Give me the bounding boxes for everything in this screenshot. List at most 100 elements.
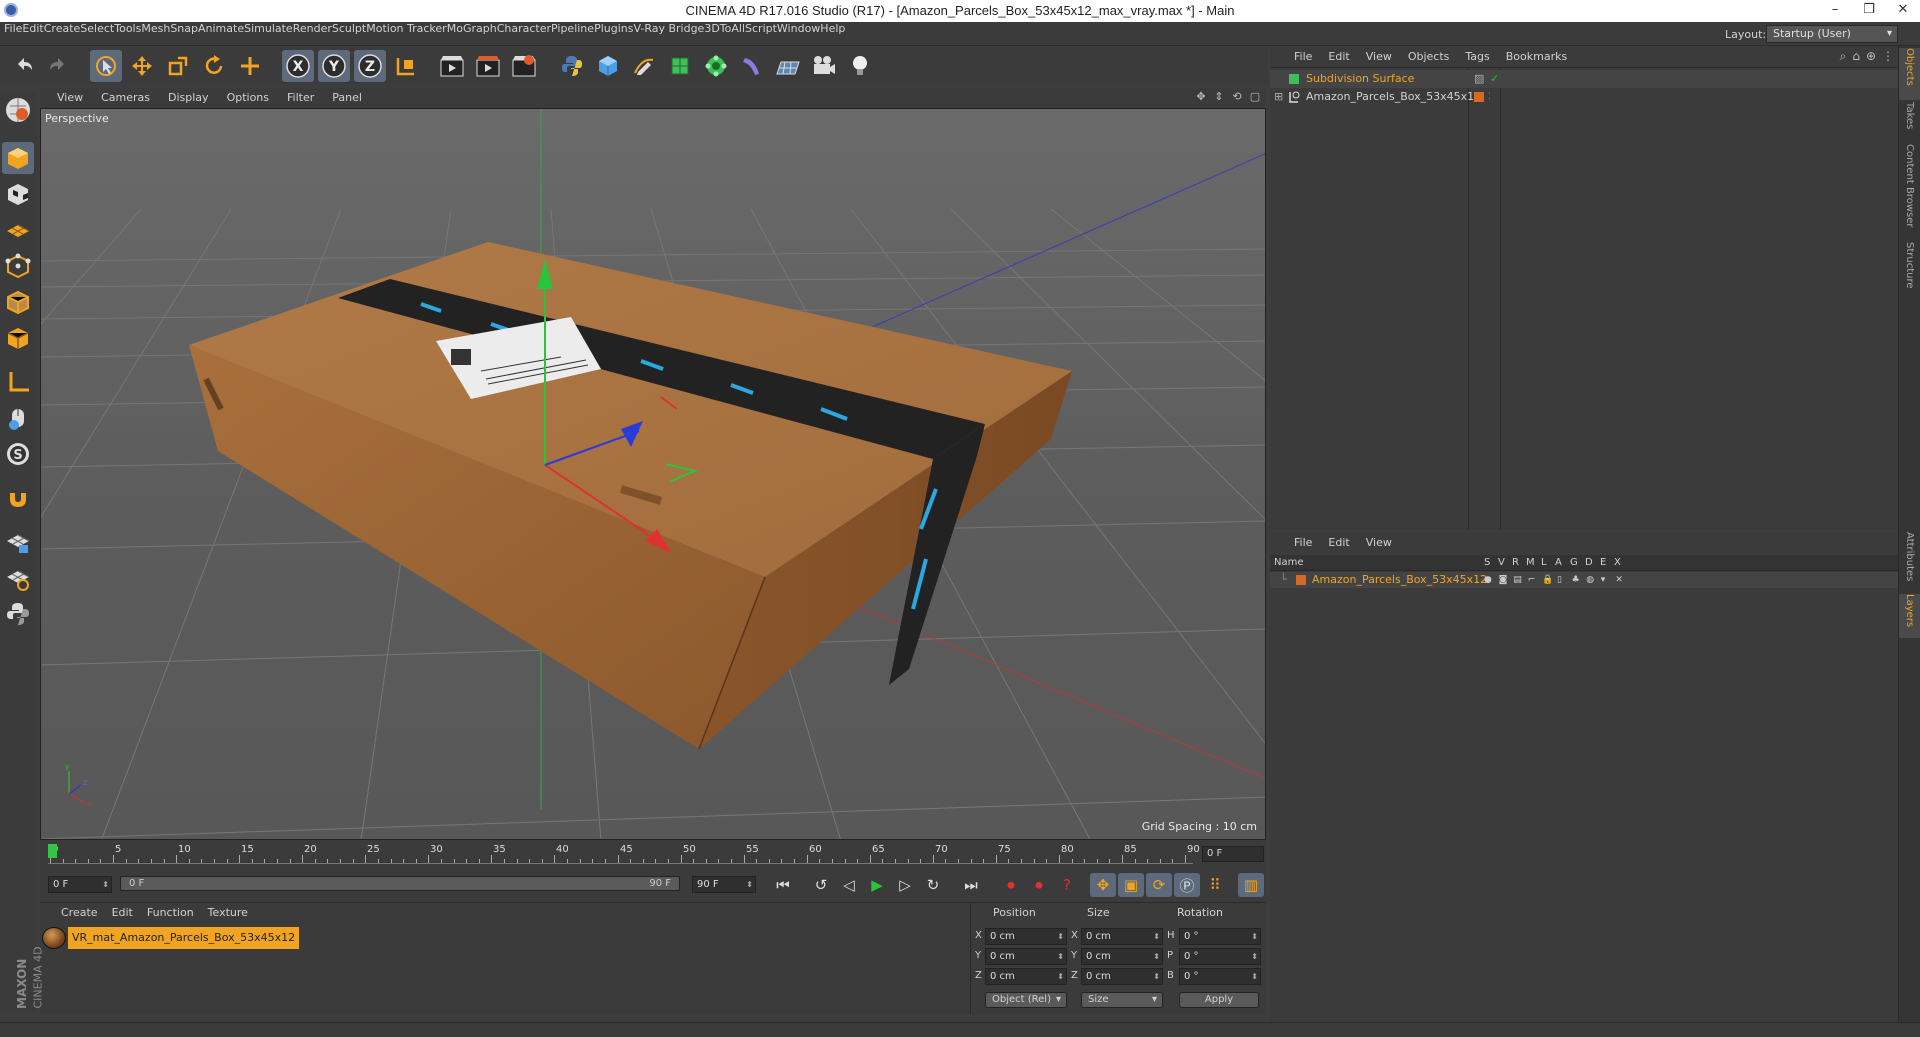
preview-range-slider[interactable]: 0 F 90 F: [120, 876, 680, 891]
object-menu-item-file[interactable]: File: [1286, 46, 1320, 68]
material-menu-item-create[interactable]: Create: [54, 903, 105, 923]
viewport-menu-item-filter[interactable]: Filter: [278, 88, 323, 108]
tab-structure[interactable]: Structure: [1899, 242, 1920, 298]
undo-button[interactable]: [8, 50, 40, 82]
home-icon[interactable]: ⌂: [1852, 49, 1860, 64]
scale-tool-button[interactable]: [162, 50, 194, 82]
workplane-mode-button[interactable]: [2, 214, 34, 246]
new-view-icon[interactable]: ⊕: [1866, 49, 1876, 64]
autokeying-button[interactable]: ⏺: [1026, 873, 1052, 897]
render-view-button[interactable]: [436, 50, 468, 82]
timeline-ruler[interactable]: 051015202530354045505560657075808590: [48, 844, 1200, 864]
menu-item-sculpt[interactable]: Sculpt: [332, 22, 366, 46]
zoom-view-icon[interactable]: ⇕: [1212, 90, 1226, 104]
viewport-camera-label[interactable]: Perspective: [45, 112, 109, 125]
material-menu-item-texture[interactable]: Texture: [201, 903, 255, 923]
menu-item-mograph[interactable]: MoGraph: [447, 22, 497, 46]
object-menu-item-edit[interactable]: Edit: [1320, 46, 1357, 68]
cube-primitive-button[interactable]: [592, 50, 624, 82]
menu-item-plugins[interactable]: Plugins: [594, 22, 633, 46]
visibility-dots-icon[interactable]: ⁚: [1488, 88, 1491, 106]
position-z-field[interactable]: 0 cm ⬍: [985, 968, 1067, 985]
menu-item-3dtoall[interactable]: 3DToAll: [704, 22, 745, 46]
minimize-button[interactable]: –: [1818, 0, 1852, 22]
menu-item-pipeline[interactable]: Pipeline: [551, 22, 594, 46]
expand-toggle-icon[interactable]: ⊞: [1274, 88, 1283, 106]
menu-item-create[interactable]: Create: [44, 22, 81, 46]
play-backwards-button[interactable]: ◁: [836, 873, 862, 897]
layer-column-r[interactable]: R: [1512, 555, 1519, 571]
rotation-h-field[interactable]: 0 ° ⬍: [1179, 928, 1261, 945]
size-x-field[interactable]: 0 cm ⬍: [1081, 928, 1163, 945]
cloner-button[interactable]: [700, 50, 732, 82]
preview-end-field[interactable]: 90 F ⬍: [692, 876, 756, 893]
timeline[interactable]: 051015202530354045505560657075808590 0 F: [40, 840, 1266, 868]
make-editable-button[interactable]: [2, 94, 34, 126]
size-mode-dropdown[interactable]: Size: [1081, 992, 1163, 1008]
viewport-menu-item-view[interactable]: View: [48, 88, 92, 108]
toggle-view-icon[interactable]: ▢: [1248, 90, 1262, 104]
layer-column-s[interactable]: S: [1484, 555, 1490, 571]
size-y-field[interactable]: 0 cm ⬍: [1081, 948, 1163, 965]
editor-visibility-icon[interactable]: ▨: [1474, 70, 1484, 88]
play-forwards-button[interactable]: ▶: [864, 873, 890, 897]
edit-render-settings-button[interactable]: [508, 50, 540, 82]
material-preview-thumbnail[interactable]: [42, 927, 66, 949]
current-frame-field[interactable]: 0 F: [1202, 846, 1264, 862]
perspective-viewport[interactable]: y x z Perspective Grid Spacing : 10 cm: [40, 108, 1266, 840]
pen-spline-button[interactable]: [628, 50, 660, 82]
redo-button[interactable]: [42, 50, 74, 82]
menu-item-tools[interactable]: Tools: [114, 22, 141, 46]
timeline-window-button[interactable]: ▥: [1238, 873, 1264, 897]
object-row-subdivision-surface[interactable]: Subdivision Surface ▨ ✓: [1270, 70, 1898, 88]
menu-item-character[interactable]: Character: [497, 22, 551, 46]
solo-button[interactable]: S: [2, 438, 34, 470]
snap-button[interactable]: [2, 482, 34, 514]
coordinate-mode-dropdown[interactable]: Object (Rel): [985, 992, 1067, 1008]
generator-icon[interactable]: ♣: [1572, 572, 1580, 588]
edges-mode-button[interactable]: [2, 286, 34, 318]
view-eye-icon[interactable]: ◙: [1499, 572, 1508, 588]
enabled-checkmark-icon[interactable]: ✓: [1490, 70, 1499, 88]
position-x-field[interactable]: 0 cm ⬍: [985, 928, 1067, 945]
tab-content-browser[interactable]: Content Browser: [1899, 144, 1920, 240]
object-menu-item-view[interactable]: View: [1358, 46, 1400, 68]
live-selection-button[interactable]: [90, 50, 122, 82]
menu-item-animate[interactable]: Animate: [198, 22, 244, 46]
viewport-menu-item-panel[interactable]: Panel: [323, 88, 371, 108]
preview-start-field[interactable]: 0 F ⬍: [48, 876, 112, 893]
locked-workplane-button[interactable]: [2, 562, 34, 594]
tweak-mode-button[interactable]: [2, 402, 34, 434]
move-all-button[interactable]: [234, 50, 266, 82]
go-to-start-button[interactable]: ⏮: [770, 873, 796, 897]
object-menu-item-bookmarks[interactable]: Bookmarks: [1498, 46, 1575, 68]
light-button[interactable]: [844, 50, 876, 82]
point-level-animation-button[interactable]: ⠿: [1202, 873, 1228, 897]
manager-icon[interactable]: ⌐: [1528, 572, 1536, 588]
rotation-key-button[interactable]: ⟳: [1146, 873, 1172, 897]
xref-icon[interactable]: ✕: [1615, 572, 1623, 588]
viewport-menu-item-options[interactable]: Options: [218, 88, 278, 108]
z-axis-lock-button[interactable]: Z: [354, 50, 386, 82]
close-button[interactable]: ✕: [1886, 0, 1920, 22]
menu-item-edit[interactable]: Edit: [22, 22, 43, 46]
size-z-field[interactable]: 0 cm ⬍: [1081, 968, 1163, 985]
render-icon[interactable]: ▤: [1513, 572, 1522, 588]
menu-item-v-ray-bridge[interactable]: V-Ray Bridge: [633, 22, 704, 46]
go-to-end-button[interactable]: ⏭: [958, 873, 984, 897]
layer-column-l[interactable]: L: [1541, 555, 1547, 571]
floor-button[interactable]: [772, 50, 804, 82]
layout-dropdown[interactable]: Startup (User): [1766, 25, 1898, 43]
apply-button[interactable]: Apply: [1179, 992, 1259, 1008]
axis-mode-button[interactable]: [2, 366, 34, 398]
material-menu-item-function[interactable]: Function: [140, 903, 201, 923]
camera-button[interactable]: [808, 50, 840, 82]
menu-item-help[interactable]: Help: [820, 22, 845, 46]
menu-item-motion-tracker[interactable]: Motion Tracker: [366, 22, 446, 46]
go-to-previous-key-button[interactable]: ↺: [808, 873, 834, 897]
restore-button[interactable]: ❐: [1852, 0, 1886, 22]
menu-item-script[interactable]: Script: [745, 22, 777, 46]
layer-column-g[interactable]: G: [1570, 555, 1578, 571]
viewport-menu-item-display[interactable]: Display: [159, 88, 218, 108]
rotate-tool-button[interactable]: [198, 50, 230, 82]
